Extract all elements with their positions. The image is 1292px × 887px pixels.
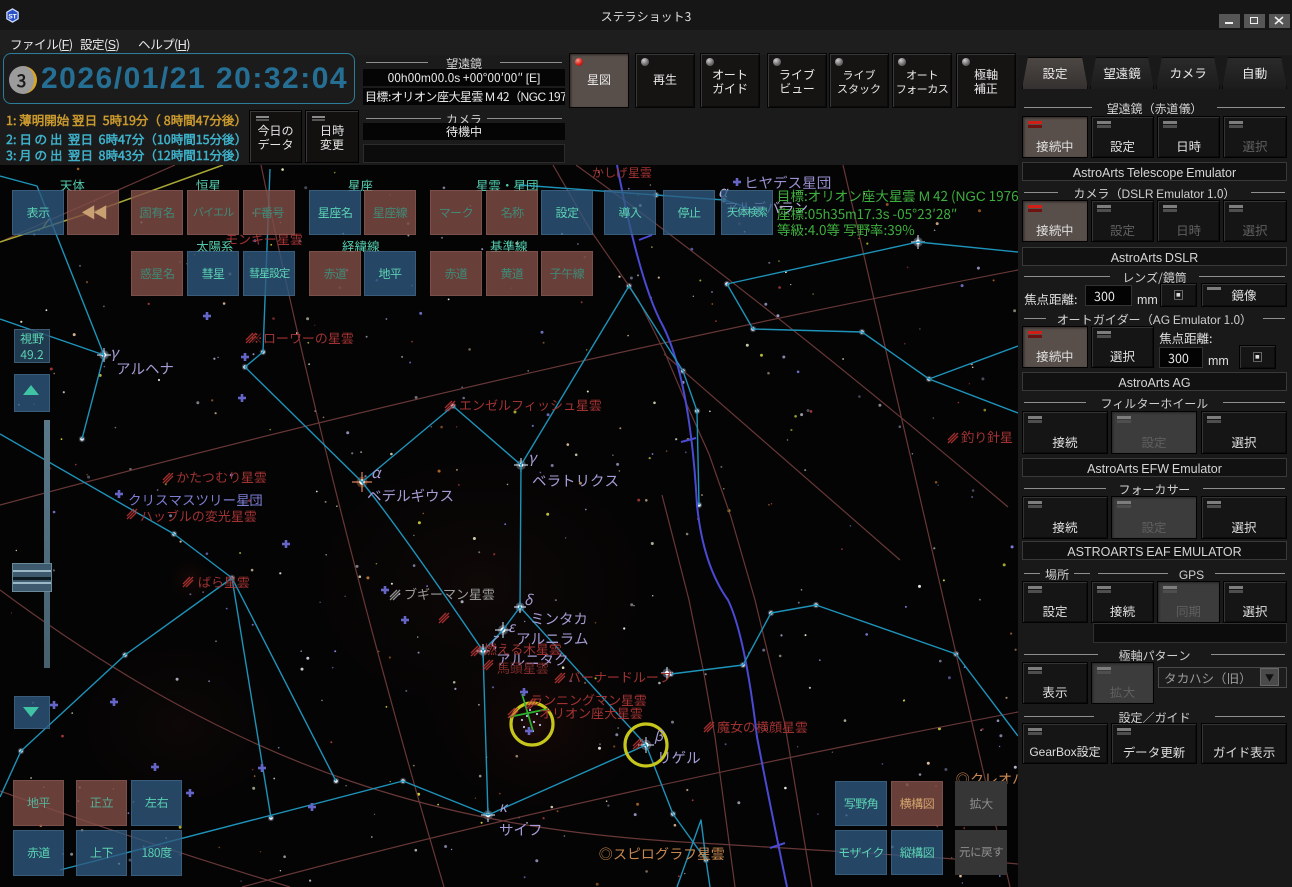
svg-text:目標:オリオン座大星雲 M 42 (NGC 1976, SH: 目標:オリオン座大星雲 M 42 (NGC 1976, SH (777, 185, 1018, 205)
svg-text:◎スピログラフ星雲: ◎スピログラフ星雲 (599, 844, 725, 864)
svg-text:エンゼルフィッシュ星雲: エンゼルフィッシュ星雲 (459, 395, 602, 414)
svg-text:バーナードループ: バーナードループ (568, 667, 672, 686)
svg-text:ミンタカ: ミンタカ (530, 608, 588, 629)
svg-text:燃える木星雲: 燃える木星雲 (484, 639, 562, 658)
svg-text:かたつむり星雲: かたつむり星雲 (176, 467, 267, 486)
svg-text:オリオン座大星雲: オリオン座大星雲 (539, 703, 643, 722)
svg-text:かしげ星雲: かしげ星雲 (592, 165, 652, 181)
svg-text:釣り針星: 釣り針星 (961, 427, 1013, 446)
svg-text:ハッブルの変光星雲: ハッブルの変光星雲 (140, 506, 257, 525)
svg-text:サイフ: サイフ (499, 819, 543, 840)
svg-text:リゲル: リゲル (657, 747, 701, 768)
svg-text:アルヘナ: アルヘナ (116, 358, 174, 379)
svg-text:ばら星雲: ばら星雲 (198, 572, 250, 591)
svg-text:※ローワーの星雲: ※ローワーの星雲 (250, 328, 354, 347)
svg-text:等級:4.0等 写野率:39%: 等級:4.0等 写野率:39% (777, 219, 915, 239)
svg-text:魔女の横顔星雲: 魔女の横顔星雲 (717, 717, 808, 736)
svg-text:β: β (654, 726, 664, 746)
svg-text:ベラトリクス: ベラトリクス (532, 470, 619, 491)
svg-text:α: α (371, 462, 382, 483)
svg-text:ベテルギウス: ベテルギウス (367, 485, 454, 506)
svg-text:ブギーマン星雲: ブギーマン星雲 (404, 584, 495, 603)
svg-text:馬頭星雲: 馬頭星雲 (497, 658, 549, 677)
